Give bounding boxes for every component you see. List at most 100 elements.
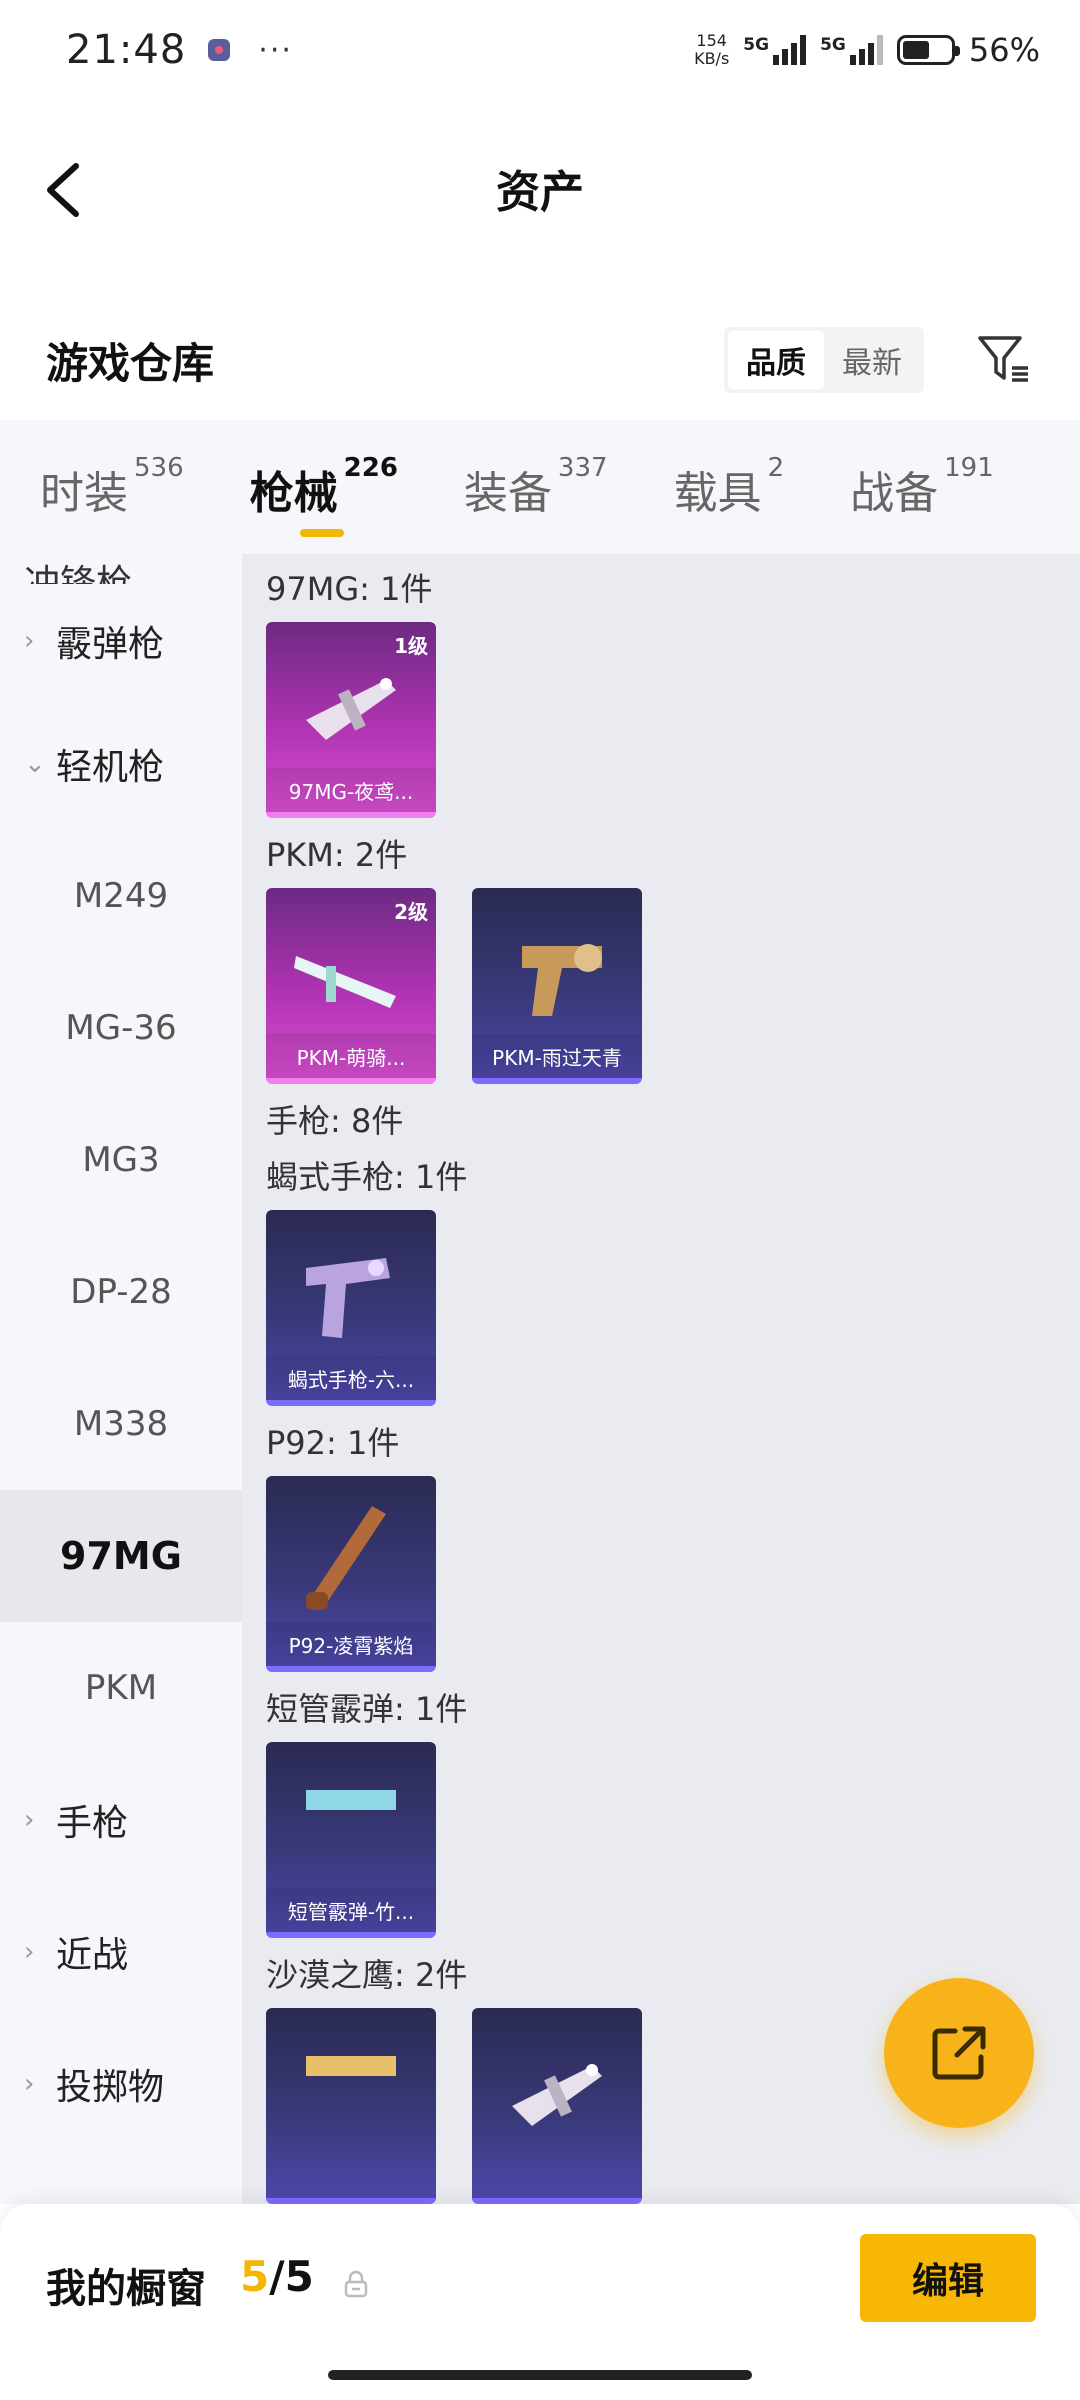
group-label: 手枪: 8件 xyxy=(266,1102,404,1140)
sidebar-item-shotgun[interactable]: › 霰弹枪 xyxy=(0,584,242,698)
skin-level-badge: 1级 xyxy=(394,634,428,658)
sidebar-item-m249[interactable]: M249 xyxy=(0,830,242,962)
category-tabs: 时装 536 枪械 226 装备 337 载具 2 战备 191 xyxy=(0,420,1080,554)
battery-percent: 56% xyxy=(968,31,1040,69)
speed-unit: KB/s xyxy=(694,49,730,68)
showcase-bar: 我的橱窗 5/5 编辑 xyxy=(0,2204,1080,2400)
signal-bars-icon xyxy=(773,35,807,65)
sort-quality-option[interactable]: 品质 xyxy=(728,331,824,389)
edit-button[interactable]: 编辑 xyxy=(860,2234,1036,2322)
showcase-label: 我的橱窗 xyxy=(46,2266,206,2312)
sidebar-item-throwables[interactable]: › 投掷物 xyxy=(0,2018,242,2150)
net-type-2: 5G xyxy=(820,35,846,55)
sidebar-item-m338[interactable]: M338 xyxy=(0,1358,242,1490)
tab-equipment[interactable]: 装备 337 xyxy=(464,453,608,519)
filter-button[interactable] xyxy=(974,330,1034,390)
sidebar-item-dp28[interactable]: DP-28 xyxy=(0,1226,242,1358)
signal-1: 5G xyxy=(743,35,807,65)
weapon-skin-image xyxy=(512,2064,602,2126)
tab-label: 装备 xyxy=(463,468,552,519)
sidebar-item-label: 霰弹枪 xyxy=(56,624,165,665)
page-title: 资产 xyxy=(496,166,584,218)
sidebar-item-smg[interactable]: 冲锋枪 xyxy=(0,554,242,584)
tab-vehicles[interactable]: 载具 2 xyxy=(674,453,785,519)
skin-card[interactable] xyxy=(472,2008,642,2204)
tab-label: 枪械 xyxy=(249,468,338,519)
skin-card[interactable]: P92-凌霄紫焰 xyxy=(266,1476,436,1672)
weapon-skin-image xyxy=(522,944,602,1016)
skin-card-row: P92-凌霄紫焰 xyxy=(266,1476,1080,1672)
weapon-skin-image xyxy=(306,1790,396,1810)
sort-newest-option[interactable]: 最新 xyxy=(824,331,920,389)
skin-name: PKM-雨过天青 xyxy=(472,1034,642,1078)
sidebar-item-pkm[interactable]: PKM xyxy=(0,1622,242,1754)
weapon-skin-image xyxy=(306,1258,390,1338)
skin-card[interactable] xyxy=(266,2008,436,2204)
sort-toggle: 品质 最新 xyxy=(724,327,924,393)
skin-name: 97MG-夜鸢... xyxy=(266,768,436,812)
skin-name: PKM-萌骑... xyxy=(266,1034,436,1078)
group-label: 短管霰弹: 1件 xyxy=(266,1690,468,1728)
chevron-right-icon: › xyxy=(24,626,35,656)
sidebar-item-label: 轻机枪 xyxy=(56,747,165,788)
sidebar-item-label: 冲锋枪 xyxy=(24,563,133,584)
tab-fashion[interactable]: 时装 536 xyxy=(40,453,184,519)
skin-card[interactable]: 短管霰弹-竹... xyxy=(266,1742,436,1938)
status-bar: 21:48 ··· 154 KB/s 5G 5G 56% xyxy=(0,0,1080,100)
net-type-1: 5G xyxy=(743,35,770,55)
skin-card[interactable]: 蝎式手枪-六... xyxy=(266,1210,436,1406)
tab-count: 536 xyxy=(134,453,184,483)
weapon-skin-image xyxy=(306,1506,386,1610)
chevron-right-icon: › xyxy=(24,2069,35,2099)
skin-card-row: 蝎式手枪-六... xyxy=(266,1210,1080,1406)
home-indicator[interactable] xyxy=(328,2370,752,2380)
status-time: 21:48 xyxy=(66,27,187,73)
signal-2: 5G xyxy=(820,35,883,65)
tab-count: 191 xyxy=(944,453,994,483)
skin-card[interactable]: 1级 97MG-夜鸢... xyxy=(266,622,436,818)
showcase-separator: / xyxy=(269,2252,285,2301)
tab-count: 226 xyxy=(343,453,398,483)
chevron-left-icon xyxy=(47,163,79,217)
showcase-total: 5 xyxy=(284,2252,314,2301)
share-button[interactable] xyxy=(884,1978,1034,2128)
weapon-skin-image xyxy=(306,2056,396,2076)
speed-value: 154 xyxy=(696,31,727,50)
network-speed: 154 KB/s xyxy=(694,32,729,68)
group-label: 蝎式手枪: 1件 xyxy=(266,1158,468,1196)
group-label: 97MG: 1件 xyxy=(266,570,433,608)
app-header: 资产 xyxy=(0,100,1080,275)
app-notification-icon xyxy=(208,39,231,61)
skin-name: P92-凌霄紫焰 xyxy=(266,1622,436,1666)
skin-name: 短管霰弹-竹... xyxy=(266,1888,436,1932)
skin-card[interactable]: 2级 PKM-萌骑... xyxy=(266,888,436,1084)
tab-supplies[interactable]: 战备 191 xyxy=(850,453,994,519)
sidebar-item-97mg[interactable]: 97MG xyxy=(0,1490,242,1622)
warehouse-header: 游戏仓库 品质 最新 xyxy=(0,300,1080,420)
sidebar-item-melee[interactable]: › 近战 xyxy=(0,1886,242,2018)
chevron-right-icon: › xyxy=(24,1937,35,1967)
sidebar-item-mg3[interactable]: MG3 xyxy=(0,1094,242,1226)
weapon-skin-list: 97MG: 1件 1级 97MG-夜鸢... PKM: 2件 2级 PKM-萌骑... PK… xyxy=(242,554,1080,2204)
weapon-category-sidebar: 冲锋枪 › 霰弹枪 ⌄ 轻机枪 M249 MG-36 MG3 DP-28 M338 … xyxy=(0,554,242,2204)
tab-firearms[interactable]: 枪械 226 xyxy=(250,453,398,537)
sidebar-item-lmg[interactable]: ⌄ 轻机枪 xyxy=(0,698,242,830)
sidebar-item-label: 近战 xyxy=(56,1935,129,1976)
signal-bars-icon xyxy=(849,35,883,65)
showcase-count: 5/5 xyxy=(240,2252,314,2301)
sidebar-item-mg36[interactable]: MG-36 xyxy=(0,962,242,1094)
skin-card[interactable]: PKM-雨过天青 xyxy=(472,888,642,1084)
group-label: P92: 1件 xyxy=(266,1424,400,1462)
skin-card-row: 2级 PKM-萌骑... PKM-雨过天青 xyxy=(266,888,1080,1084)
chevron-down-icon: ⌄ xyxy=(24,749,46,779)
back-button[interactable] xyxy=(40,160,90,220)
tab-label: 时装 xyxy=(40,468,128,519)
skin-name: 蝎式手枪-六... xyxy=(266,1356,436,1400)
tab-count: 2 xyxy=(767,453,785,483)
tab-label: 载具 xyxy=(673,468,762,519)
tab-count: 337 xyxy=(557,453,608,483)
more-notifications-icon: ··· xyxy=(258,32,293,68)
weapon-skin-image xyxy=(294,956,396,1008)
sidebar-item-pistol[interactable]: › 手枪 xyxy=(0,1754,242,1886)
filter-icon xyxy=(978,336,1028,382)
